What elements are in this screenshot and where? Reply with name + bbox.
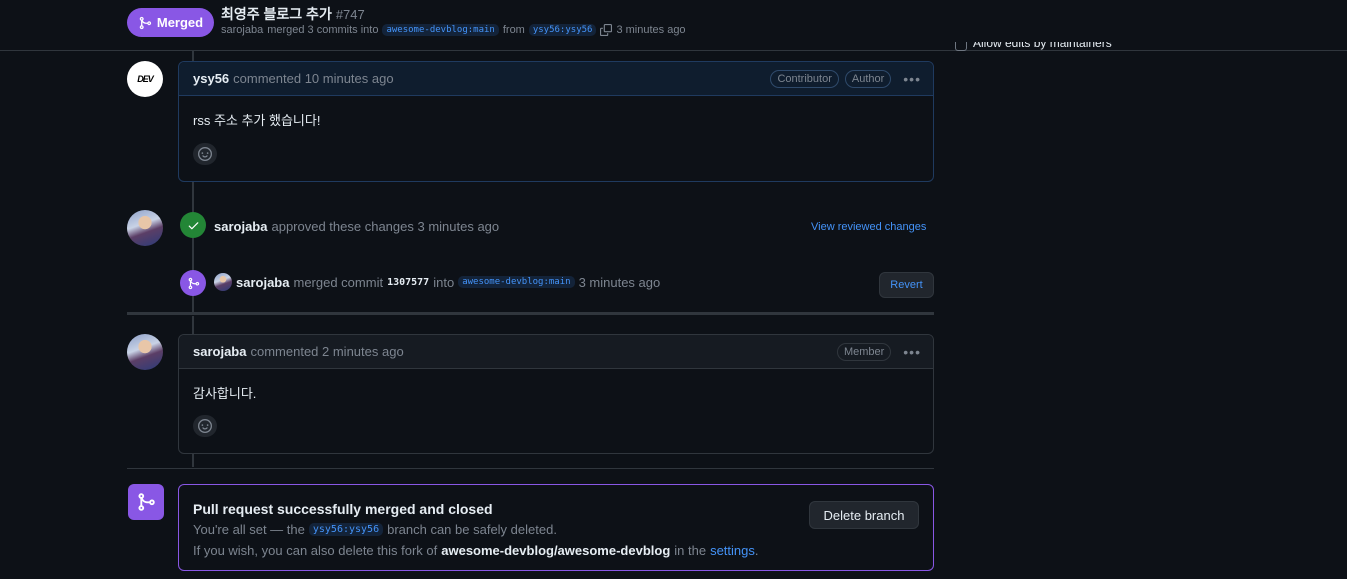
- avatar-logo-text: DEV: [137, 74, 153, 84]
- review-event: sarojaba approved these changes 3 minute…: [214, 219, 499, 234]
- reviewer-link[interactable]: sarojaba: [214, 219, 267, 234]
- merge-summary-text: merged 3 commits into: [267, 24, 379, 36]
- review-event-text: approved these changes 3 minutes ago: [271, 219, 500, 234]
- pr-sticky-header: Merged 최영주 블로그 추가 #747 sarojaba merged 3 …: [0, 0, 1347, 51]
- avatar[interactable]: [214, 273, 232, 291]
- comment-header: sarojaba commented 2 minutes ago Member …: [179, 335, 933, 369]
- merge-event-text: merged commit: [293, 274, 384, 290]
- view-reviewed-changes[interactable]: View reviewed changes: [811, 221, 926, 233]
- add-reaction-button[interactable]: [193, 415, 217, 437]
- pr-subtitle: sarojaba merged 3 commits into awesome-d…: [221, 24, 686, 36]
- settings-link[interactable]: settings: [710, 543, 755, 558]
- timeline-divider-thick: [127, 312, 934, 315]
- comment-ysy56: ysy56 commented 10 minutes ago Contribut…: [178, 61, 934, 182]
- pr-title-text: 최영주 블로그 추가: [221, 6, 332, 22]
- comment-author-link[interactable]: ysy56: [193, 71, 229, 86]
- pr-title: 최영주 블로그 추가 #747: [221, 4, 365, 24]
- avatar[interactable]: [127, 334, 163, 370]
- into-text: into: [433, 274, 455, 290]
- commit-sha-link[interactable]: 1307577: [387, 277, 429, 288]
- avatar[interactable]: DEV: [127, 61, 163, 97]
- merge-author-link[interactable]: sarojaba: [221, 24, 263, 36]
- comment-meta[interactable]: commented 10 minutes ago: [233, 71, 393, 86]
- merged-box-line2: If you wish, you can also delete this fo…: [193, 543, 759, 558]
- merge-base-branch[interactable]: awesome-devblog:main: [458, 276, 575, 288]
- view-reviewed-changes-link[interactable]: View reviewed changes: [811, 221, 926, 233]
- approved-badge: [180, 212, 206, 238]
- from-text: from: [502, 24, 525, 36]
- git-merge-icon: [188, 277, 199, 289]
- sidebar-allow-edits-peek: Allow edits by maintainers: [955, 42, 1125, 51]
- merged-status-badge: Merged: [127, 8, 214, 37]
- comment-meta[interactable]: commented 2 minutes ago: [250, 344, 403, 359]
- revert-button[interactable]: Revert: [879, 272, 934, 298]
- comment-header-right: Contributor Author •••: [770, 70, 921, 88]
- contributor-label: Contributor: [770, 70, 839, 88]
- comment-header: ysy56 commented 10 minutes ago Contribut…: [179, 62, 933, 96]
- merge-event-time: 3 minutes ago: [578, 274, 661, 290]
- head-branch-label[interactable]: ysy56:ysy56: [528, 24, 597, 36]
- merge-event-badge: [180, 270, 206, 296]
- check-icon: [188, 221, 198, 229]
- line1-post: branch can be safely deleted.: [387, 522, 557, 537]
- kebab-menu-icon[interactable]: •••: [903, 345, 921, 359]
- base-branch-label[interactable]: awesome-devblog:main: [382, 24, 499, 36]
- comment-body: 감사합니다.: [193, 386, 257, 401]
- author-label: Author: [844, 70, 892, 88]
- head-branch-label[interactable]: ysy56:ysy56: [308, 523, 384, 536]
- kebab-menu-icon[interactable]: •••: [903, 72, 921, 86]
- allow-edits-checkbox[interactable]: [955, 42, 967, 51]
- line1-pre: You're all set — the: [193, 522, 305, 537]
- copy-icon[interactable]: [600, 24, 613, 36]
- allow-edits-label: Allow edits by maintainers: [973, 42, 1112, 50]
- merged-box-line1: You're all set — the ysy56:ysy56 branch …: [193, 522, 557, 537]
- merged-label: Merged: [156, 15, 204, 30]
- line2-pre: If you wish, you can also delete this fo…: [193, 543, 438, 558]
- pr-number: #747: [335, 7, 365, 22]
- member-label: Member: [836, 343, 892, 361]
- merger-link[interactable]: sarojaba: [236, 275, 289, 290]
- timeline-divider: [127, 468, 934, 469]
- smiley-icon: [198, 147, 212, 161]
- line2-mid: in the: [674, 543, 707, 558]
- comment-body: rss 주소 추가 했습니다!: [193, 113, 321, 128]
- merged-box-title: Pull request successfully merged and clo…: [193, 501, 493, 517]
- delete-branch-button[interactable]: Delete branch: [809, 501, 919, 529]
- add-reaction-button[interactable]: [193, 143, 217, 165]
- git-merge-icon: [139, 16, 152, 29]
- revert-label: Revert: [890, 279, 923, 291]
- merge-time: 3 minutes ago: [616, 24, 686, 36]
- avatar[interactable]: [127, 210, 163, 246]
- comment-header-right: Member •••: [836, 343, 921, 361]
- fork-repo-name: awesome-devblog/awesome-devblog: [441, 543, 671, 558]
- merge-event: sarojaba merged commit 1307577 into awes…: [214, 273, 660, 291]
- line2-end: .: [754, 543, 759, 558]
- git-merge-icon: [138, 493, 155, 511]
- delete-branch-label: Delete branch: [823, 507, 905, 523]
- smiley-icon: [198, 419, 212, 433]
- comment-author-link[interactable]: sarojaba: [193, 344, 246, 359]
- merged-state-icon-box: [128, 484, 164, 520]
- comment-sarojaba: sarojaba commented 2 minutes ago Member …: [178, 334, 934, 454]
- merged-status-box: Pull request successfully merged and clo…: [178, 484, 934, 571]
